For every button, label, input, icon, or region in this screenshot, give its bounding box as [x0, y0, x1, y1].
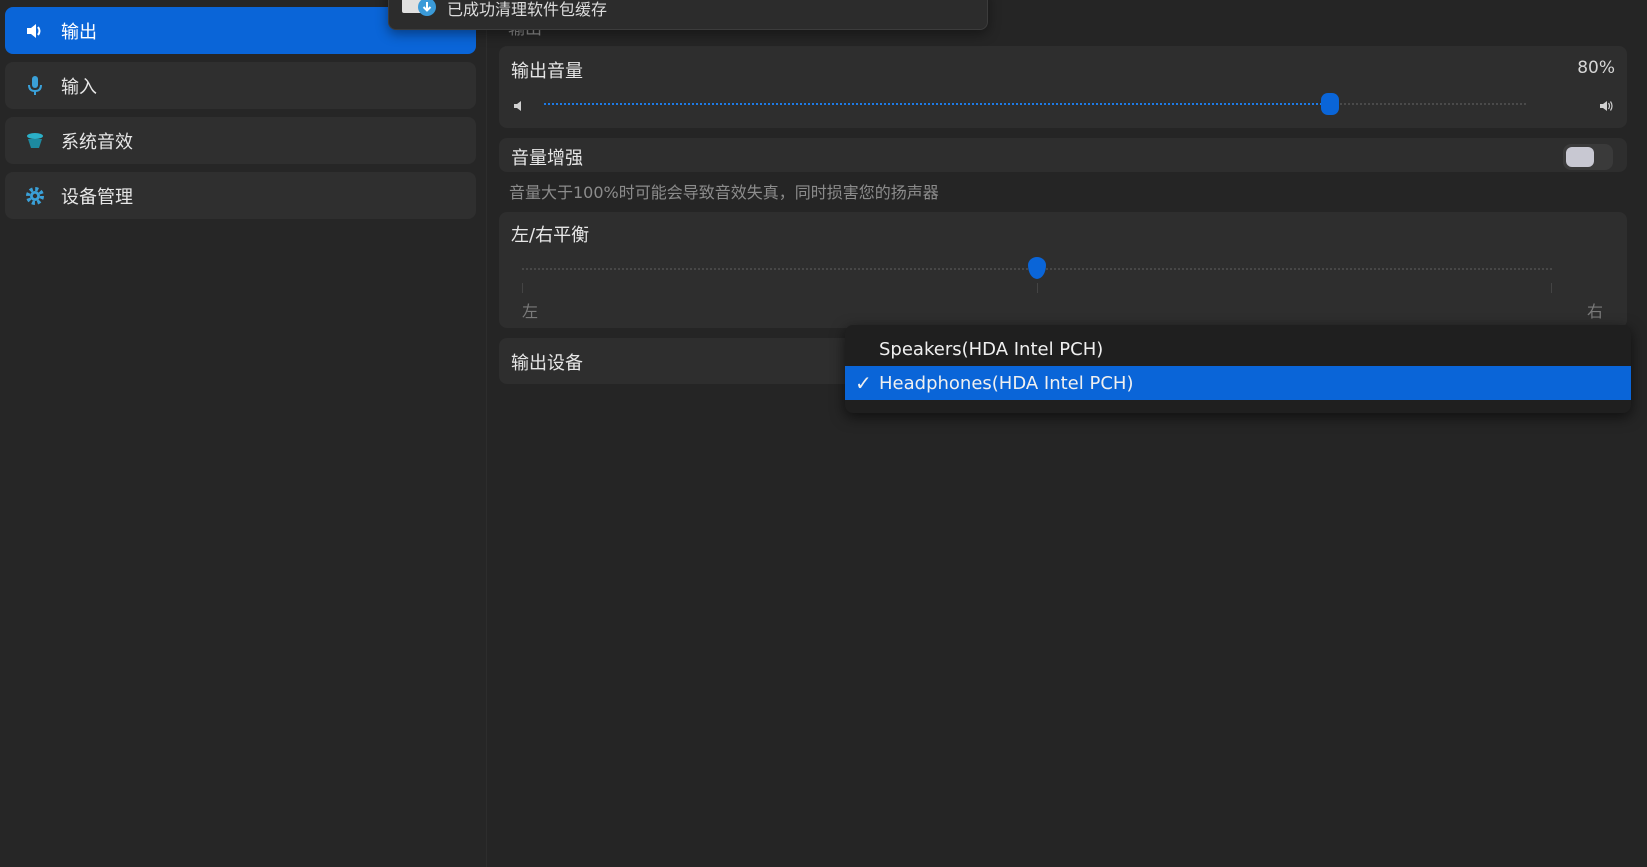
sound-effect-icon — [21, 127, 49, 155]
balance-slider[interactable] — [522, 257, 1552, 293]
toggle-knob — [1566, 147, 1594, 167]
volume-card: 输出音量 80% — [499, 46, 1627, 128]
option-label: Headphones(HDA Intel PCH) — [879, 372, 1134, 394]
checkmark-icon: ✓ — [855, 371, 872, 395]
balance-slider-handle[interactable] — [1028, 257, 1046, 279]
output-device-label: 输出设备 — [511, 353, 583, 374]
volume-slider[interactable] — [544, 93, 1526, 115]
sidebar-item-label: 输出 — [61, 21, 97, 43]
notification-text: 已成功清理软件包缓存 — [447, 0, 608, 19]
balance-right-label: 右 — [1586, 302, 1603, 321]
balance-card: 左/右平衡 左 右 — [499, 212, 1627, 328]
balance-left-label: 左 — [522, 302, 539, 321]
dropdown-option-speakers[interactable]: Speakers(HDA Intel PCH) — [845, 332, 1631, 366]
main-panel: 输出 输出音量 80% 音量增强 音量大于100%时可能会导致音效失真，同时损害… — [487, 0, 1647, 867]
speaker-icon — [21, 17, 49, 45]
sidebar-item-device-management[interactable]: 设备管理 — [5, 172, 476, 219]
boost-card: 音量增强 — [499, 138, 1627, 172]
gear-icon — [21, 182, 49, 210]
balance-label: 左/右平衡 — [511, 225, 590, 246]
boost-label: 音量增强 — [511, 148, 583, 169]
boost-description: 音量大于100%时可能会导致音效失真，同时损害您的扬声器 — [509, 183, 939, 202]
package-download-icon — [401, 0, 437, 21]
sidebar-item-input[interactable]: 输入 — [5, 62, 476, 109]
tick-left — [522, 283, 523, 293]
volume-value: 80% — [1577, 58, 1615, 78]
dropdown-option-headphones[interactable]: ✓ Headphones(HDA Intel PCH) — [845, 366, 1631, 400]
volume-low-icon[interactable] — [513, 97, 525, 116]
volume-label: 输出音量 — [511, 61, 583, 82]
option-label: Speakers(HDA Intel PCH) — [879, 338, 1104, 360]
sidebar-item-label: 输入 — [61, 76, 97, 98]
sidebar-item-label: 设备管理 — [61, 186, 133, 208]
volume-boost-toggle[interactable] — [1563, 144, 1613, 170]
notification-banner[interactable]: 已成功清理软件包缓存 — [388, 0, 988, 30]
sidebar-item-label: 系统音效 — [61, 131, 133, 153]
sidebar-item-system-sounds[interactable]: 系统音效 — [5, 117, 476, 164]
output-device-dropdown[interactable]: Speakers(HDA Intel PCH) ✓ Headphones(HDA… — [845, 325, 1631, 413]
tick-center — [1037, 283, 1038, 293]
sidebar: 输出 输入 系统音效 设备管理 — [0, 0, 487, 867]
volume-high-icon[interactable] — [1599, 97, 1613, 116]
tick-right — [1551, 283, 1552, 293]
volume-fill — [544, 103, 1330, 105]
microphone-icon — [21, 72, 49, 100]
volume-slider-handle[interactable] — [1320, 93, 1339, 115]
